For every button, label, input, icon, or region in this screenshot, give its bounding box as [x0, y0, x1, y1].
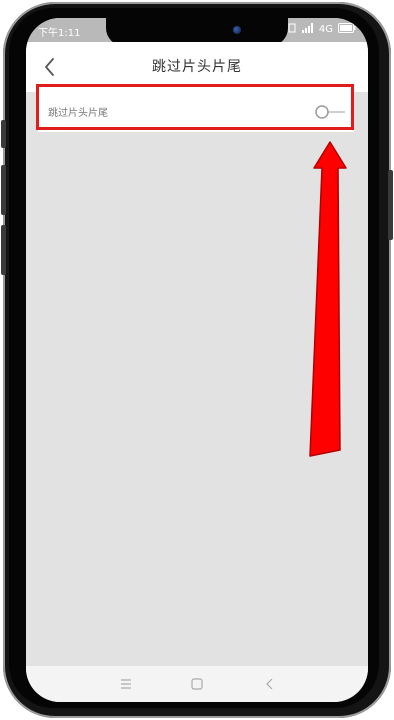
network-type: 4G: [318, 24, 333, 35]
front-camera: [233, 26, 241, 34]
content-area: [26, 132, 368, 670]
home-button[interactable]: [189, 676, 205, 692]
square-icon: [189, 677, 205, 696]
side-button: [1, 120, 6, 148]
menu-button[interactable]: [118, 676, 134, 692]
nav-back-button[interactable]: [262, 676, 278, 692]
highlight-box: [36, 84, 354, 130]
menu-icon: [118, 677, 134, 696]
page-title: 跳过片头片尾: [152, 59, 242, 75]
battery-saver-icon: [287, 23, 297, 36]
volume-down-button: [1, 225, 6, 275]
signal-icon: [301, 23, 314, 36]
chevron-left-icon: [262, 677, 278, 696]
screenshot: 下午1:11 4G 跳过片头片尾 跳过片头片尾: [0, 0, 394, 720]
status-time: 下午1:11: [38, 28, 81, 39]
phone-screen: 下午1:11 4G 跳过片头片尾 跳过片头片尾: [26, 18, 368, 702]
status-icons: 4G: [287, 23, 356, 36]
volume-up-button: [1, 165, 6, 215]
power-button: [388, 170, 393, 240]
battery-icon: [338, 23, 356, 36]
bottom-navigation-bar: [26, 666, 368, 702]
